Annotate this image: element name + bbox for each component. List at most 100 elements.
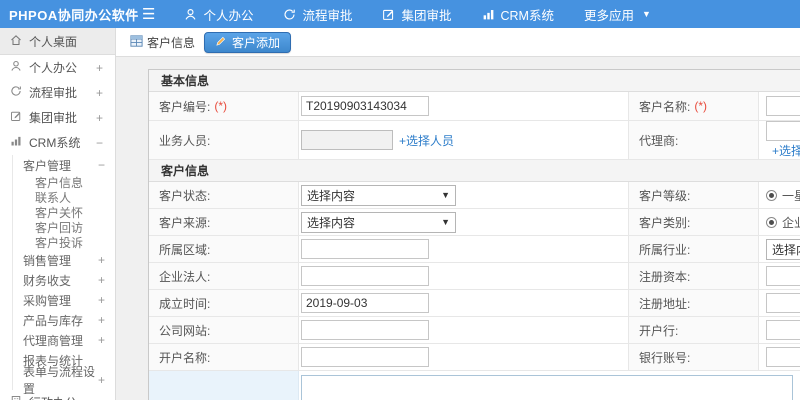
edit-icon bbox=[10, 110, 22, 125]
expand-toggle[interactable]: + bbox=[98, 333, 105, 347]
source-select[interactable]: 选择内容 ▼ bbox=[301, 211, 456, 233]
tab-customer-info[interactable]: 客户信息 bbox=[130, 34, 195, 51]
sidebar-item-label: 财务收支 bbox=[23, 273, 72, 288]
sidebar-item-purchase-mgmt[interactable]: 采购管理 + bbox=[13, 290, 115, 310]
tab-label: 客户信息 bbox=[147, 35, 196, 50]
sidebar-item-group-approval[interactable]: 集团审批 + bbox=[0, 105, 115, 130]
bank-input[interactable] bbox=[766, 320, 800, 340]
field-label-cell: 银行账号: bbox=[629, 344, 759, 370]
bar-chart-icon bbox=[482, 8, 495, 21]
crm-submenu: 客户管理 − 客户信息 联系人 客户关怀 客户回访 客户投诉 销售管理 + 财务收… bbox=[12, 155, 115, 396]
sidebar-item-contacts[interactable]: 联系人 bbox=[13, 190, 115, 205]
nav-label: 更多应用 bbox=[583, 8, 634, 23]
field-value-cell bbox=[299, 92, 629, 120]
field-label-cell: 开户行: bbox=[629, 317, 759, 343]
sidebar-item-sales-mgmt[interactable]: 销售管理 + bbox=[13, 250, 115, 270]
form-row: 客户状态: 选择内容 ▼ 客户等级: 一星 bbox=[149, 182, 800, 209]
field-value-cell bbox=[759, 263, 800, 289]
sidebar-item-customer-info[interactable]: 客户信息 bbox=[13, 175, 115, 190]
nav-crm-system[interactable]: CRM系统 bbox=[467, 0, 569, 28]
field-value-cell: 一星 bbox=[759, 182, 800, 208]
sidebar-item-label: CRM系统 bbox=[29, 136, 81, 150]
user-icon bbox=[10, 60, 22, 75]
page-body: 个人桌面 个人办公 + 流程审批 + 集团审批 + CRM系统 − 客户管理 − bbox=[0, 28, 800, 400]
tab-customer-add[interactable]: 客户添加 bbox=[204, 31, 292, 53]
table-grid-icon bbox=[130, 34, 143, 50]
founded-date-label: 成立时间: bbox=[159, 296, 211, 311]
sidebar: 个人桌面 个人办公 + 流程审批 + 集团审批 + CRM系统 − 客户管理 − bbox=[0, 28, 116, 400]
expand-toggle[interactable]: + bbox=[98, 373, 105, 387]
expand-toggle[interactable]: + bbox=[98, 273, 105, 287]
status-label: 客户状态: bbox=[159, 188, 211, 203]
sidebar-item-personal-office[interactable]: 个人办公 + bbox=[0, 55, 115, 80]
region-input[interactable] bbox=[301, 239, 429, 259]
nav-more-apps[interactable]: 更多应用 ▼ bbox=[569, 0, 666, 28]
menu-toggle-icon[interactable]: ☰ bbox=[142, 5, 155, 23]
field-value-cell: 选择内容 ▼ bbox=[759, 236, 800, 262]
field-label-cell: 客户编号: (*) bbox=[149, 92, 299, 120]
agent-input[interactable] bbox=[766, 121, 800, 141]
sidebar-item-agent-mgmt[interactable]: 代理商管理 + bbox=[13, 330, 115, 350]
expand-toggle[interactable]: + bbox=[96, 396, 103, 400]
sidebar-item-customer-complaint[interactable]: 客户投诉 bbox=[13, 235, 115, 250]
remark-textarea[interactable] bbox=[301, 375, 793, 400]
building-icon bbox=[10, 395, 22, 400]
nav-personal-office[interactable]: 个人办公 bbox=[169, 0, 268, 28]
expand-toggle[interactable]: + bbox=[98, 253, 105, 267]
select-agent-link[interactable]: +选择代理商 bbox=[772, 142, 800, 159]
expand-toggle[interactable]: + bbox=[96, 61, 103, 75]
form-row: 所属区域: 所属行业: 选择内容 ▼ bbox=[149, 236, 800, 263]
sidebar-item-customer-mgmt[interactable]: 客户管理 − bbox=[13, 155, 115, 175]
field-value-cell: 企业 bbox=[759, 209, 800, 235]
website-input[interactable] bbox=[301, 320, 429, 340]
account-name-input[interactable] bbox=[301, 347, 429, 367]
nav-workflow-approval[interactable]: 流程审批 bbox=[268, 0, 367, 28]
expand-toggle[interactable]: + bbox=[98, 313, 105, 327]
field-value-cell bbox=[299, 236, 629, 262]
expand-toggle[interactable]: + bbox=[96, 111, 103, 125]
expand-toggle[interactable]: + bbox=[98, 293, 105, 307]
sidebar-item-workflow-approval[interactable]: 流程审批 + bbox=[0, 80, 115, 105]
customer-add-form: 基本信息 客户编号: (*) 客户名称: (*) bbox=[148, 69, 800, 400]
field-label-cell: 代理商: bbox=[629, 121, 759, 159]
section-header-customer: 客户信息 bbox=[149, 160, 800, 182]
tab-strip: 客户信息 客户添加 bbox=[116, 28, 800, 57]
industry-select[interactable]: 选择内容 ▼ bbox=[766, 238, 800, 260]
field-label-cell: 业务人员: bbox=[149, 121, 299, 159]
bar-chart-icon bbox=[10, 135, 22, 150]
grade-label: 客户等级: bbox=[639, 188, 691, 203]
expand-toggle[interactable]: + bbox=[96, 86, 103, 100]
legal-person-input[interactable] bbox=[301, 266, 429, 286]
sidebar-item-label: 个人桌面 bbox=[29, 34, 78, 49]
reg-capital-input[interactable] bbox=[766, 266, 800, 286]
customer-name-input[interactable] bbox=[766, 96, 800, 116]
sidebar-item-finance[interactable]: 财务收支 + bbox=[13, 270, 115, 290]
sidebar-item-crm-system[interactable]: CRM系统 − bbox=[0, 130, 115, 155]
sidebar-item-product-inventory[interactable]: 产品与库存 + bbox=[13, 310, 115, 330]
collapse-toggle[interactable]: − bbox=[96, 136, 103, 150]
collapse-toggle[interactable]: − bbox=[98, 158, 105, 172]
sales-person-input[interactable] bbox=[301, 130, 393, 150]
sidebar-item-customer-care[interactable]: 客户关怀 bbox=[13, 205, 115, 220]
founded-date-input[interactable] bbox=[301, 293, 429, 313]
legal-person-label: 企业法人: bbox=[159, 269, 211, 284]
sidebar-item-form-flow-settings[interactable]: 表单与流程设置 + bbox=[13, 365, 115, 396]
field-label-cell: 注册资本: bbox=[629, 263, 759, 289]
customer-no-input[interactable] bbox=[301, 96, 429, 116]
main-area: 客户信息 客户添加 基本信息 客户编号: (*) T20190903143034… bbox=[116, 28, 800, 400]
select-person-link[interactable]: +选择人员 bbox=[399, 132, 454, 149]
sidebar-item-customer-visit[interactable]: 客户回访 bbox=[13, 220, 115, 235]
sidebar-item-desktop[interactable]: 个人桌面 bbox=[0, 28, 115, 55]
reg-address-input[interactable] bbox=[766, 293, 800, 313]
content-area: 基本信息 客户编号: (*) 客户名称: (*) bbox=[116, 57, 800, 400]
nav-label: 流程审批 bbox=[302, 8, 353, 23]
bank-account-input[interactable] bbox=[766, 347, 800, 367]
field-value-cell bbox=[299, 344, 629, 370]
category-radio-selected[interactable] bbox=[766, 216, 777, 228]
customer-no-label: 客户编号: bbox=[159, 99, 211, 114]
status-select[interactable]: 选择内容 ▼ bbox=[301, 184, 456, 206]
pencil-icon bbox=[215, 35, 227, 50]
form-row: 成立时间: 注册地址: bbox=[149, 290, 800, 317]
grade-radio-selected[interactable] bbox=[766, 189, 777, 201]
nav-group-approval[interactable]: 集团审批 bbox=[367, 0, 466, 28]
